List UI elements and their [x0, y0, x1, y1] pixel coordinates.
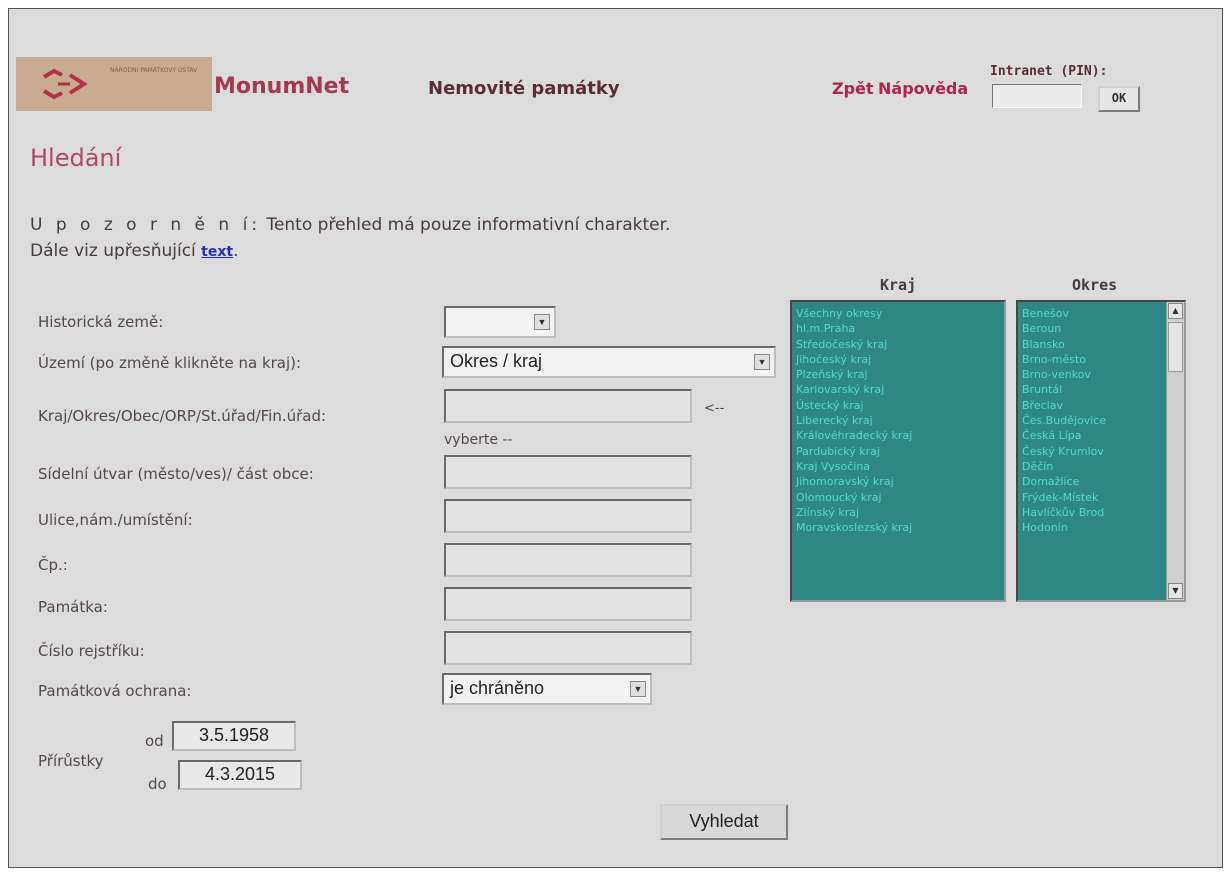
okres-item[interactable]: Brno-město	[1022, 352, 1180, 367]
od-label: od	[145, 732, 164, 750]
okres-item[interactable]: Havlíčkův Brod	[1022, 505, 1180, 520]
kraj-item[interactable]: Jihočeský kraj	[796, 352, 1000, 367]
okres-item[interactable]: Česká Lípa	[1022, 428, 1180, 443]
kraj-item[interactable]: Všechny okresy	[796, 306, 1000, 321]
okres-item[interactable]: Domažlice	[1022, 474, 1180, 489]
okres-item[interactable]: Brno-venkov	[1022, 367, 1180, 382]
date-to-field[interactable]: 4.3.2015	[178, 760, 302, 790]
scroll-thumb[interactable]	[1168, 322, 1183, 372]
npu-logo-icon	[42, 68, 88, 100]
pamatka-field[interactable]	[444, 587, 692, 621]
kraj-item[interactable]: Jihomoravský kraj	[796, 474, 1000, 489]
kraj-okres-field[interactable]	[444, 389, 692, 423]
page-title: Hledání	[30, 144, 122, 172]
okres-item[interactable]: Čes.Budějovice	[1022, 413, 1180, 428]
ochrana-select[interactable]: je chráněno ▼	[442, 673, 652, 705]
prirustky-label: Přírůstky	[38, 752, 104, 770]
pin-input[interactable]	[992, 84, 1082, 108]
help-link[interactable]: Nápověda	[878, 79, 968, 98]
intranet-label: Intranet (PIN):	[990, 64, 1108, 79]
dropdown-arrow-icon: ▼	[534, 314, 550, 330]
okres-item[interactable]: Břeclav	[1022, 398, 1180, 413]
cislo-rejstriku-label: Číslo rejstříku:	[38, 642, 145, 660]
ochrana-label: Památková ochrana:	[38, 682, 192, 700]
kraj-item[interactable]: Ústecký kraj	[796, 398, 1000, 413]
ulice-field[interactable]	[444, 499, 692, 533]
okres-title: Okres	[1072, 276, 1118, 294]
kraj-okres-hint-arrow: <--	[704, 401, 725, 416]
kraj-item[interactable]: Liberecký kraj	[796, 413, 1000, 428]
notice-text: Tento přehled má pouze informativní char…	[261, 215, 671, 235]
okres-listbox[interactable]: Benešov Beroun Blansko Brno-město Brno-venko…	[1016, 300, 1186, 602]
date-from-field[interactable]: 3.5.1958	[172, 721, 296, 751]
dropdown-arrow-icon: ▼	[754, 354, 770, 370]
back-link[interactable]: Zpět	[832, 79, 874, 98]
okres-list: Benešov Beroun Blansko Brno-město Brno-venko…	[1018, 302, 1184, 539]
historicka-zeme-label: Historická země:	[38, 313, 164, 331]
do-label: do	[148, 775, 167, 793]
kraj-item[interactable]: Královéhradecký kraj	[796, 428, 1000, 443]
ok-button[interactable]: OK	[1098, 86, 1140, 112]
npu-logo[interactable]: NÁRODNÍ PAMÁTKOVÝ ÚSTAV	[16, 57, 212, 111]
kraj-item[interactable]: Plzeňský kraj	[796, 367, 1000, 382]
okres-scrollbar[interactable]: ▲ ▼	[1166, 302, 1184, 600]
uzemi-select[interactable]: Okres / kraj ▼	[442, 346, 776, 378]
kraj-item[interactable]: Středočeský kraj	[796, 337, 1000, 352]
logo-text: NÁRODNÍ PAMÁTKOVÝ ÚSTAV	[110, 67, 198, 74]
kraj-item[interactable]: Pardubický kraj	[796, 444, 1000, 459]
kraj-listbox[interactable]: Všechny okresy hl.m.Praha Středočeský kraj…	[790, 300, 1006, 602]
notice-label: U p o z o r n ě n í:	[30, 215, 262, 235]
pamatka-label: Památka:	[38, 598, 108, 616]
kraj-okres-label: Kraj/Okres/Obec/ORP/St.úřad/Fin.úřad:	[38, 407, 327, 425]
okres-item[interactable]: Benešov	[1022, 306, 1180, 321]
okres-item[interactable]: Děčín	[1022, 459, 1180, 474]
okres-item[interactable]: Hodonín	[1022, 520, 1180, 535]
kraj-item[interactable]: Kraj Vysočina	[796, 459, 1000, 474]
okres-item[interactable]: Blansko	[1022, 337, 1180, 352]
brand-title: MonumNet	[214, 74, 350, 99]
okres-item[interactable]: Český Krumlov	[1022, 444, 1180, 459]
ulice-label: Ulice,nám./umístění:	[38, 511, 193, 529]
search-button[interactable]: Vyhledat	[660, 804, 788, 840]
sidelni-utvar-label: Sídelní útvar (město/ves)/ část obce:	[38, 465, 314, 483]
kraj-list: Všechny okresy hl.m.Praha Středočeský kraj…	[792, 302, 1004, 539]
cislo-rejstriku-field[interactable]	[444, 631, 692, 665]
cp-field[interactable]	[444, 543, 692, 577]
ochrana-value: je chráněno	[450, 678, 545, 698]
okres-item[interactable]: Beroun	[1022, 321, 1180, 336]
notice: U p o z o r n ě n í: Tento přehled má po…	[30, 212, 670, 265]
scroll-up-icon[interactable]: ▲	[1168, 303, 1183, 319]
kraj-item[interactable]: Zlínský kraj	[796, 505, 1000, 520]
okres-item[interactable]: Frýdek-Místek	[1022, 490, 1180, 505]
dropdown-arrow-icon: ▼	[630, 681, 646, 697]
kraj-okres-hint: vyberte --	[444, 432, 513, 448]
section-title: Nemovité památky	[428, 78, 620, 99]
notice-line2: Dále viz upřesňující	[30, 241, 202, 261]
uzemi-label: Území (po změně klikněte na kraj):	[38, 354, 302, 372]
kraj-item[interactable]: Moravskoslezský kraj	[796, 520, 1000, 535]
uzemi-value: Okres / kraj	[450, 351, 543, 371]
cp-label: Čp.:	[38, 556, 68, 574]
kraj-item[interactable]: hl.m.Praha	[796, 321, 1000, 336]
okres-item[interactable]: Bruntál	[1022, 382, 1180, 397]
kraj-item[interactable]: Olomoucký kraj	[796, 490, 1000, 505]
kraj-item[interactable]: Karlovarský kraj	[796, 382, 1000, 397]
sidelni-utvar-field[interactable]	[444, 455, 692, 489]
scroll-down-icon[interactable]: ▼	[1168, 583, 1183, 599]
kraj-title: Kraj	[880, 276, 917, 294]
notice-text-link[interactable]: text	[201, 244, 233, 260]
historicka-zeme-select[interactable]: ▼	[444, 306, 556, 338]
notice-end: .	[233, 241, 239, 261]
